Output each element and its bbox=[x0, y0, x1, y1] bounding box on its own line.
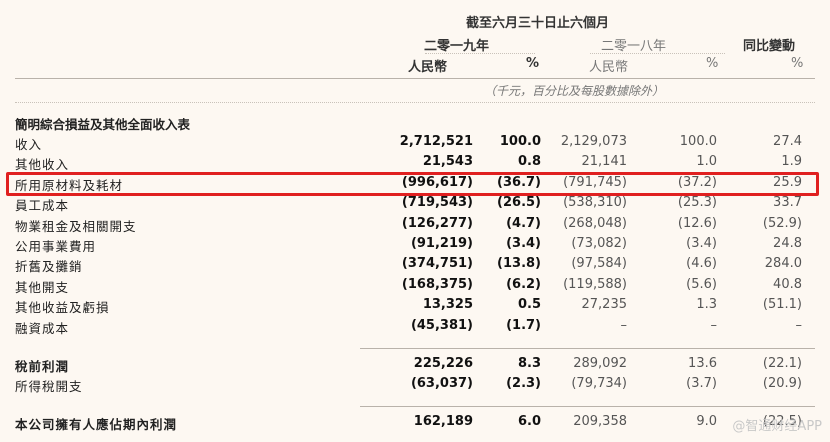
table-row: 員工成本 (719,543) (26.5) (538,310) (25.3) 33.7 bbox=[0, 195, 830, 215]
pct-2018: (3.7) bbox=[686, 376, 717, 392]
value-2018: 2,129,073 bbox=[560, 134, 627, 149]
row-label: 所得稅開支 bbox=[15, 379, 83, 395]
yoy-change: (52.9) bbox=[762, 215, 802, 231]
row-label: 稅前利潤 bbox=[15, 359, 70, 374]
row-label: 其他收益及虧損 bbox=[15, 300, 110, 316]
yoy-change: 27.4 bbox=[773, 134, 802, 149]
year-2019-header: 二零一九年 bbox=[424, 39, 490, 54]
pct-2019-label: % bbox=[526, 56, 540, 71]
value-2018: (73,082) bbox=[571, 236, 627, 251]
table-row: 物業租金及相關開支 (126,277) (4.7) (268,048) (12.6) (5… bbox=[0, 216, 830, 236]
rmb-2018-label: 人民幣 bbox=[589, 60, 629, 75]
period-header: 截至六月三十日止六個月 bbox=[466, 16, 610, 31]
pct-2018: (5.6) bbox=[686, 276, 717, 292]
yoy-change: (51.1) bbox=[762, 297, 802, 313]
yoy-change: 24.8 bbox=[773, 236, 802, 251]
financial-statement: 截至六月三十日止六個月 二零一九年 二零一八年 同比變動 人民幣 % 人民幣 %… bbox=[0, 0, 830, 442]
table-row: 稅前利潤 225,226 8.3 289,092 13.6 (22.1) bbox=[0, 356, 830, 376]
row-label: 折舊及攤銷 bbox=[15, 259, 83, 275]
yoy-change: – bbox=[795, 317, 803, 333]
pct-2018: (3.4) bbox=[686, 236, 717, 251]
section-title: 簡明綜合損益及其他全面收入表 bbox=[15, 117, 191, 132]
header-divider bbox=[425, 53, 535, 54]
pct-2018: (4.6) bbox=[686, 256, 717, 272]
subtotal-rule-top bbox=[360, 348, 815, 349]
row-label: 其他開支 bbox=[15, 279, 70, 295]
pct-2018: 1.3 bbox=[696, 297, 717, 313]
row-label: 物業租金及相關開支 bbox=[15, 218, 137, 234]
value-2018: (97,584) bbox=[571, 256, 627, 272]
yoy-change: (22.1) bbox=[762, 356, 802, 371]
pct-2018: 9.0 bbox=[696, 414, 717, 429]
value-2018: 27,235 bbox=[581, 297, 628, 313]
unit-note: （千元，百分比及每股數據除外） bbox=[484, 84, 665, 98]
table-row: 所得稅開支 (63,037) (2.3) (79,734) (3.7) (20.9) bbox=[0, 376, 830, 396]
rmb-2019-label: 人民幣 bbox=[408, 60, 448, 75]
row-label: 收入 bbox=[15, 137, 43, 152]
value-2018: (538,310) bbox=[563, 195, 627, 211]
row-label: 公用事業費用 bbox=[15, 239, 97, 254]
row-label: 融資成本 bbox=[15, 320, 70, 336]
value-2019: (374,751) bbox=[401, 256, 473, 272]
year-2018-header: 二零一八年 bbox=[601, 39, 667, 54]
value-2018: (79,734) bbox=[571, 376, 627, 392]
pct-2018: – bbox=[710, 317, 718, 333]
table-row: 其他開支 (168,375) (6.2) (119,588) (5.6) 40.8 bbox=[0, 277, 830, 297]
header-rule bbox=[15, 78, 815, 79]
value-2018: 289,092 bbox=[573, 356, 627, 371]
value-2019: (168,375) bbox=[401, 276, 473, 292]
highlight-box bbox=[6, 172, 819, 196]
pct-2018: 100.0 bbox=[679, 134, 717, 149]
value-2018: 21,141 bbox=[581, 154, 628, 170]
yoy-change: 33.7 bbox=[773, 195, 802, 211]
pct-yoy-label: % bbox=[791, 56, 804, 71]
total-rule-top bbox=[360, 406, 815, 407]
yoy-change: 1.9 bbox=[781, 154, 802, 170]
value-2019: 2,712,521 bbox=[399, 134, 473, 149]
value-2018: – bbox=[620, 317, 628, 333]
yoy-change: 40.8 bbox=[773, 276, 802, 292]
value-2019: (91,219) bbox=[410, 236, 473, 251]
value-2019: (719,543) bbox=[401, 195, 473, 211]
table-row: 融資成本 (45,381) (1.7) – – – bbox=[0, 318, 830, 338]
pct-2018: 1.0 bbox=[696, 154, 717, 170]
value-2019: 21,543 bbox=[422, 154, 473, 170]
table-row: 其他收益及虧損 13,325 0.5 27,235 1.3 (51.1) bbox=[0, 297, 830, 317]
value-2018: 209,358 bbox=[573, 414, 627, 429]
pct-2018: 13.6 bbox=[688, 356, 717, 371]
yoy-change: (20.9) bbox=[762, 376, 802, 392]
value-2019: (45,381) bbox=[410, 317, 473, 333]
value-2019: 13,325 bbox=[422, 297, 473, 313]
pct-2018: (25.3) bbox=[677, 195, 717, 211]
table-row: 公用事業費用 (91,219) (3.4) (73,082) (3.4) 24.8 bbox=[0, 236, 830, 256]
row-label: 本公司擁有人應佔期內利潤 bbox=[15, 417, 178, 432]
value-2018: (119,588) bbox=[563, 276, 627, 292]
watermark: @智通财经APP bbox=[732, 419, 822, 434]
row-label: 員工成本 bbox=[15, 198, 70, 214]
value-2018: (268,048) bbox=[563, 215, 627, 231]
value-2019: (63,037) bbox=[410, 376, 473, 392]
pct-2018: (12.6) bbox=[677, 215, 717, 231]
table-row: 折舊及攤銷 (374,751) (13.8) (97,584) (4.6) 284.0 bbox=[0, 256, 830, 276]
value-2019: (126,277) bbox=[401, 215, 473, 231]
header-divider-2018 bbox=[590, 53, 725, 54]
table-row: 收入 2,712,521 100.0 2,129,073 100.0 27.4 bbox=[0, 134, 830, 154]
total-row: 本公司擁有人應佔期內利潤 162,189 6.0 209,358 9.0 (22… bbox=[0, 414, 830, 434]
yoy-header: 同比變動 bbox=[743, 39, 796, 54]
value-2019: 225,226 bbox=[413, 356, 473, 371]
unit-rule bbox=[15, 102, 815, 103]
pct-2018-label: % bbox=[706, 56, 719, 71]
yoy-change: 284.0 bbox=[764, 256, 802, 272]
row-label: 其他收入 bbox=[15, 157, 70, 173]
value-2019: 162,189 bbox=[413, 414, 473, 429]
